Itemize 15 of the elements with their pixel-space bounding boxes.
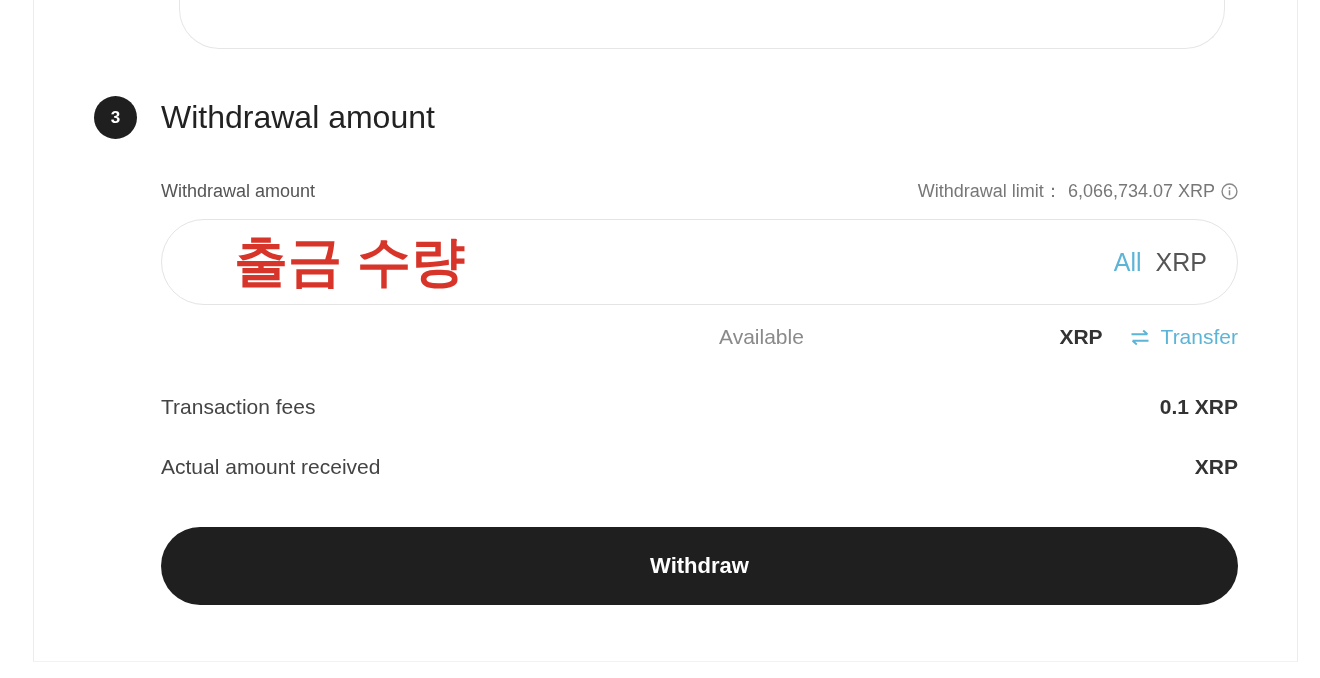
- annotation-text: 출금 수량: [234, 229, 466, 293]
- available-unit: XRP: [1059, 325, 1103, 349]
- summary-label: Actual amount received: [161, 455, 381, 479]
- withdraw-button[interactable]: Withdraw: [161, 527, 1238, 605]
- summary-label: Transaction fees: [161, 395, 316, 419]
- info-icon[interactable]: [1221, 182, 1238, 200]
- available-label: Available: [719, 325, 804, 349]
- limit-value: 6,066,734.07 XRP: [1067, 180, 1215, 202]
- limit-label: Withdrawal limit：: [917, 180, 1062, 203]
- field-label: Withdrawal amount: [161, 180, 316, 202]
- section-title: Withdrawal amount: [161, 99, 435, 136]
- step-badge: 3: [94, 96, 137, 139]
- summary-value: 0.1 XRP: [1159, 395, 1238, 419]
- summary-value: XRP: [1194, 455, 1238, 479]
- unit-label: XRP: [1155, 247, 1207, 277]
